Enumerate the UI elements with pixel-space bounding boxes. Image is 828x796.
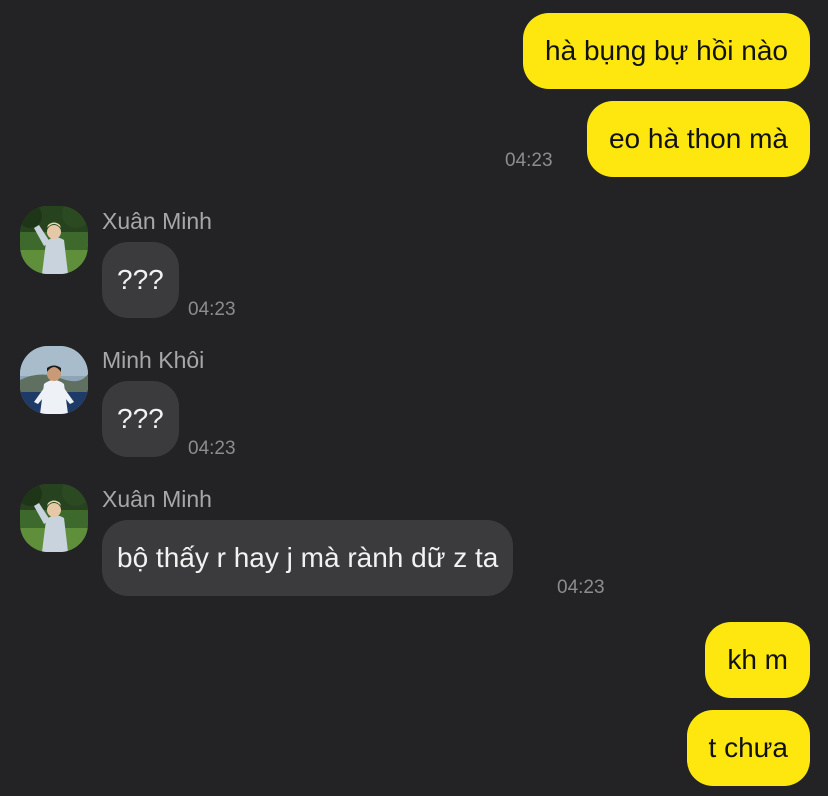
- message-timestamp: 04:23: [188, 299, 236, 320]
- message-bubble-outgoing[interactable]: t chưa: [686, 710, 810, 786]
- message-timestamp: 04:23: [557, 577, 605, 598]
- sender-name: Minh Khôi: [102, 347, 205, 373]
- sender-name: Xuân Minh: [102, 486, 212, 512]
- message-bubble-outgoing[interactable]: kh m: [705, 622, 810, 698]
- message-timestamp: 04:23: [188, 438, 236, 459]
- message-bubble-incoming[interactable]: ???: [102, 381, 179, 457]
- message-timestamp: 04:23: [505, 150, 553, 171]
- xuan-minh-avatar[interactable]: [20, 206, 88, 274]
- message-bubble-incoming[interactable]: ???: [102, 242, 179, 318]
- message-bubble-outgoing[interactable]: eo hà thon mà: [586, 101, 810, 177]
- xuan-minh-avatar[interactable]: [20, 484, 88, 552]
- minh-khoi-avatar[interactable]: [20, 346, 88, 414]
- message-bubble-outgoing[interactable]: hà bụng bự hồi nào: [523, 13, 810, 89]
- sender-name: Xuân Minh: [102, 208, 212, 234]
- message-bubble-incoming[interactable]: bộ thấy r hay j mà rành dữ z ta: [102, 520, 514, 596]
